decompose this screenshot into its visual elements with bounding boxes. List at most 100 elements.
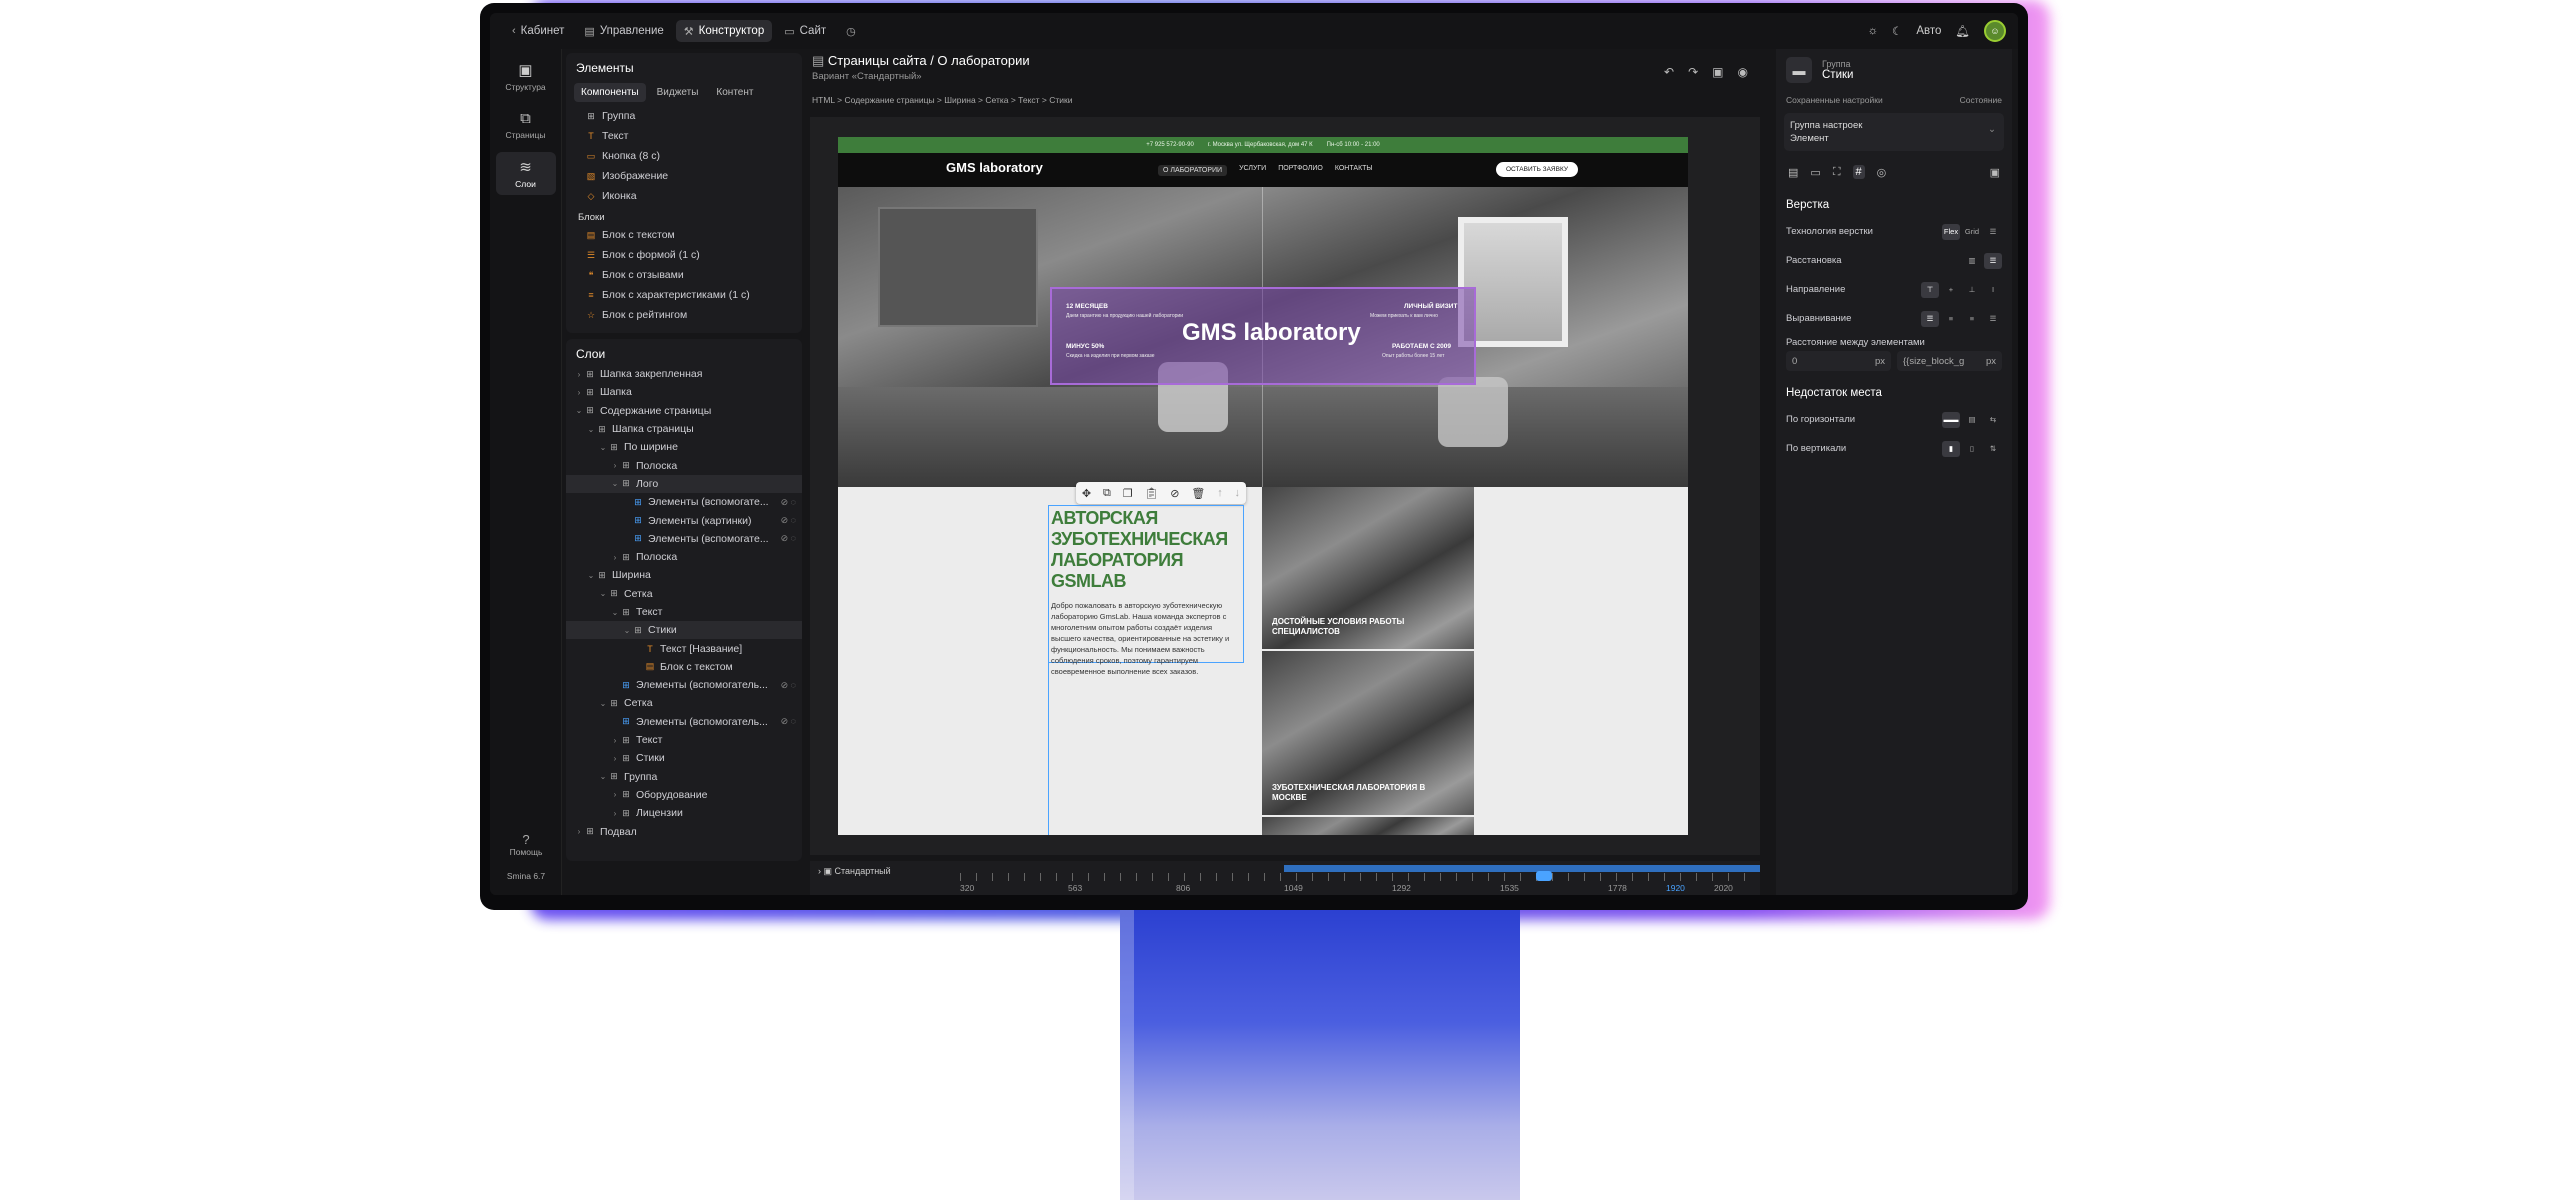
expand-chevron-icon[interactable]: ⌄ <box>598 772 608 781</box>
tab-cabinet[interactable]: ‹ Кабинет <box>504 20 572 42</box>
expand-chevron-icon[interactable]: › <box>574 388 584 397</box>
arrow-up-icon[interactable]: ↑ <box>1217 487 1223 499</box>
expand-chevron-icon[interactable]: › <box>574 827 584 836</box>
variant-select[interactable]: Вариант «Стандартный» <box>812 71 922 82</box>
history-button[interactable]: ◷ <box>838 20 864 42</box>
rows-icon[interactable]: ☰ <box>1984 252 2002 269</box>
tab-site[interactable]: ▭ Сайт <box>776 20 834 42</box>
dir-top-icon[interactable]: ⊤ <box>1921 281 1939 298</box>
layer-item[interactable]: ⌄ ⊞ Группа <box>566 768 802 786</box>
expand-chevron-icon[interactable]: ⌄ <box>598 589 608 598</box>
site-menu-item[interactable]: УСЛУГИ <box>1239 165 1266 176</box>
align-right-icon[interactable]: ≡ <box>1963 311 1981 327</box>
expand-chevron-icon[interactable]: › <box>610 553 620 562</box>
theme-auto[interactable]: Авто <box>1916 25 1941 37</box>
component-text[interactable]: T Текст <box>566 126 802 146</box>
layer-item[interactable]: ⌄ ⊞ Ширина <box>566 566 802 584</box>
grid-icon[interactable]: # <box>1852 165 1865 179</box>
expand-chevron-icon[interactable]: › <box>610 736 620 745</box>
expand-chevron-icon[interactable]: ⌄ <box>610 608 620 617</box>
layer-actions-icon[interactable]: ⊘ ◌ <box>781 515 802 526</box>
v-shrink-icon[interactable]: ▯ <box>1963 441 1981 457</box>
fullscreen-icon[interactable]: ⛶ <box>1833 166 1841 179</box>
saved-settings-dropdown[interactable]: Сохраненные настройки <box>1786 95 1883 105</box>
dir-stretch-icon[interactable]: I <box>1984 282 2002 298</box>
expand-chevron-icon[interactable]: ⌄ <box>574 406 584 415</box>
breakpoint-label[interactable]: › ▣ Стандартный <box>818 866 891 877</box>
block-reviews[interactable]: ❝ Блок с отзывами <box>566 265 802 285</box>
tab-content[interactable]: Контент <box>709 83 760 102</box>
gap-variable-input[interactable]: {{size_block_g px <box>1897 351 2002 371</box>
layer-item[interactable]: › ⊞ Лицензии <box>566 804 802 822</box>
block-text[interactable]: ▤ Блок с текстом <box>566 225 802 245</box>
expand-chevron-icon[interactable]: ⌄ <box>598 699 608 708</box>
align-left-icon[interactable]: ☰ <box>1921 310 1939 327</box>
rail-pages[interactable]: ⧉ Страницы <box>496 104 556 146</box>
expand-chevron-icon[interactable]: ⌄ <box>622 626 632 635</box>
layer-item[interactable]: › ⊞ Текст <box>566 731 802 749</box>
expand-chevron-icon[interactable]: ⌄ <box>610 479 620 488</box>
breakpoint-range[interactable] <box>1284 865 1760 872</box>
block-rating[interactable]: ☆ Блок с рейтингом <box>566 305 802 325</box>
columns-icon[interactable]: ▥ <box>1963 253 1981 269</box>
layer-item[interactable]: ⊞ Элементы (вспомогатель... ⊘ ◌ <box>566 676 802 694</box>
preview-icon[interactable]: ◉ <box>1738 65 1748 79</box>
layer-item[interactable]: ⌄ ⊞ Лого <box>566 474 802 494</box>
expand-chevron-icon[interactable]: › <box>610 809 620 818</box>
site-menu-item[interactable]: ПОРТФОЛИО <box>1278 165 1323 176</box>
layer-item[interactable]: ⊞ Элементы (вспомогатель... ⊘ ◌ <box>566 713 802 731</box>
layer-item[interactable]: › ⊞ Полоска <box>566 548 802 566</box>
expand-chevron-icon[interactable]: ⌄ <box>598 443 608 452</box>
timeline-handle[interactable] <box>1536 871 1552 881</box>
duplicate-icon[interactable]: ❐ <box>1123 487 1133 500</box>
layer-item[interactable]: T Текст [Название] <box>566 639 802 657</box>
move-icon[interactable]: ✥ <box>1082 487 1091 500</box>
avatar[interactable]: ☺ <box>1984 20 2006 42</box>
align-center-icon[interactable]: ≡ <box>1942 311 1960 327</box>
target-icon[interactable]: ◎ <box>1877 166 1887 179</box>
undo-icon[interactable]: ↶ <box>1664 65 1674 79</box>
v-wrap-icon[interactable]: ▮ <box>1942 440 1960 457</box>
layer-item[interactable]: › ⊞ Оборудование <box>566 786 802 804</box>
arrow-down-icon[interactable]: ↓ <box>1235 487 1241 499</box>
rail-structure[interactable]: ▣ Структура <box>496 55 556 98</box>
gap-input[interactable]: 0 px <box>1786 351 1891 371</box>
layer-item[interactable]: › ⊞ Шапка закрепленная <box>566 365 802 383</box>
tab-components[interactable]: Компоненты <box>574 83 646 102</box>
devices-icon[interactable]: ▣ <box>1712 65 1723 79</box>
state-dropdown[interactable]: Состояние <box>1960 95 2002 105</box>
settings-group-select[interactable]: Группа настроек Элемент ⌄ <box>1784 113 2004 151</box>
component-button[interactable]: ▭ Кнопка (8 с) <box>566 146 802 166</box>
layer-item[interactable]: ⊞ Элементы (вспомогате... ⊘ ◌ <box>566 493 802 511</box>
grid-option[interactable]: Grid <box>1963 224 1981 240</box>
layer-item[interactable]: ⊞ Элементы (вспомогате... ⊘ ◌ <box>566 530 802 548</box>
logo-overlay-selected[interactable]: GMS laboratory 12 МЕСЯЦЕВ Даем гарантию … <box>1050 287 1476 385</box>
block-form[interactable]: ☰ Блок с формой (1 с) <box>566 245 802 265</box>
tab-widgets[interactable]: Виджеты <box>650 83 706 102</box>
expand-chevron-icon[interactable]: › <box>574 370 584 379</box>
align-stretch-icon[interactable]: ☰ <box>1984 311 2002 327</box>
layer-item[interactable]: › ⊞ Стики <box>566 749 802 767</box>
site-menu-item[interactable]: КОНТАКТЫ <box>1335 165 1373 176</box>
copy-icon[interactable]: ⧉ <box>1103 487 1111 500</box>
expand-chevron-icon[interactable]: ⌄ <box>586 571 596 580</box>
layer-item[interactable]: ⌄ ⊞ По ширине <box>566 438 802 456</box>
layer-item[interactable]: ⌄ ⊞ Текст <box>566 603 802 621</box>
paste-icon[interactable]: 📋︎ <box>1144 487 1158 500</box>
help-button[interactable]: ? Помощь <box>490 832 562 857</box>
component-group[interactable]: ⊞ Группа <box>566 106 802 126</box>
doc-icon[interactable]: ▤ <box>1788 166 1798 179</box>
dir-bottom-icon[interactable]: ⊥ <box>1963 282 1981 298</box>
hide-icon[interactable]: ⊘ <box>1170 487 1179 500</box>
flex-option[interactable]: Flex <box>1942 223 1960 240</box>
layer-item[interactable]: ⌄ ⊞ Стики <box>566 621 802 640</box>
rail-layers[interactable]: ≋ Слои <box>495 152 556 195</box>
layer-item[interactable]: ⊞ Элементы (картинки) ⊘ ◌ <box>566 511 802 529</box>
sun-icon[interactable]: ☼ <box>1867 25 1878 37</box>
text-block-selected[interactable]: АВТОРСКАЯ ЗУБОТЕХНИЧЕСКАЯ ЛАБОРАТОРИЯ GS… <box>1048 505 1244 676</box>
trash-icon[interactable]: 🗑︎ <box>1191 487 1205 500</box>
layer-item[interactable]: › ⊞ Шапка <box>566 383 802 401</box>
wrap-icon[interactable]: ▬▬ <box>1942 411 1960 428</box>
site-logo[interactable]: GMS laboratory <box>946 160 1043 175</box>
component-image[interactable]: ▧ Изображение <box>566 166 802 186</box>
